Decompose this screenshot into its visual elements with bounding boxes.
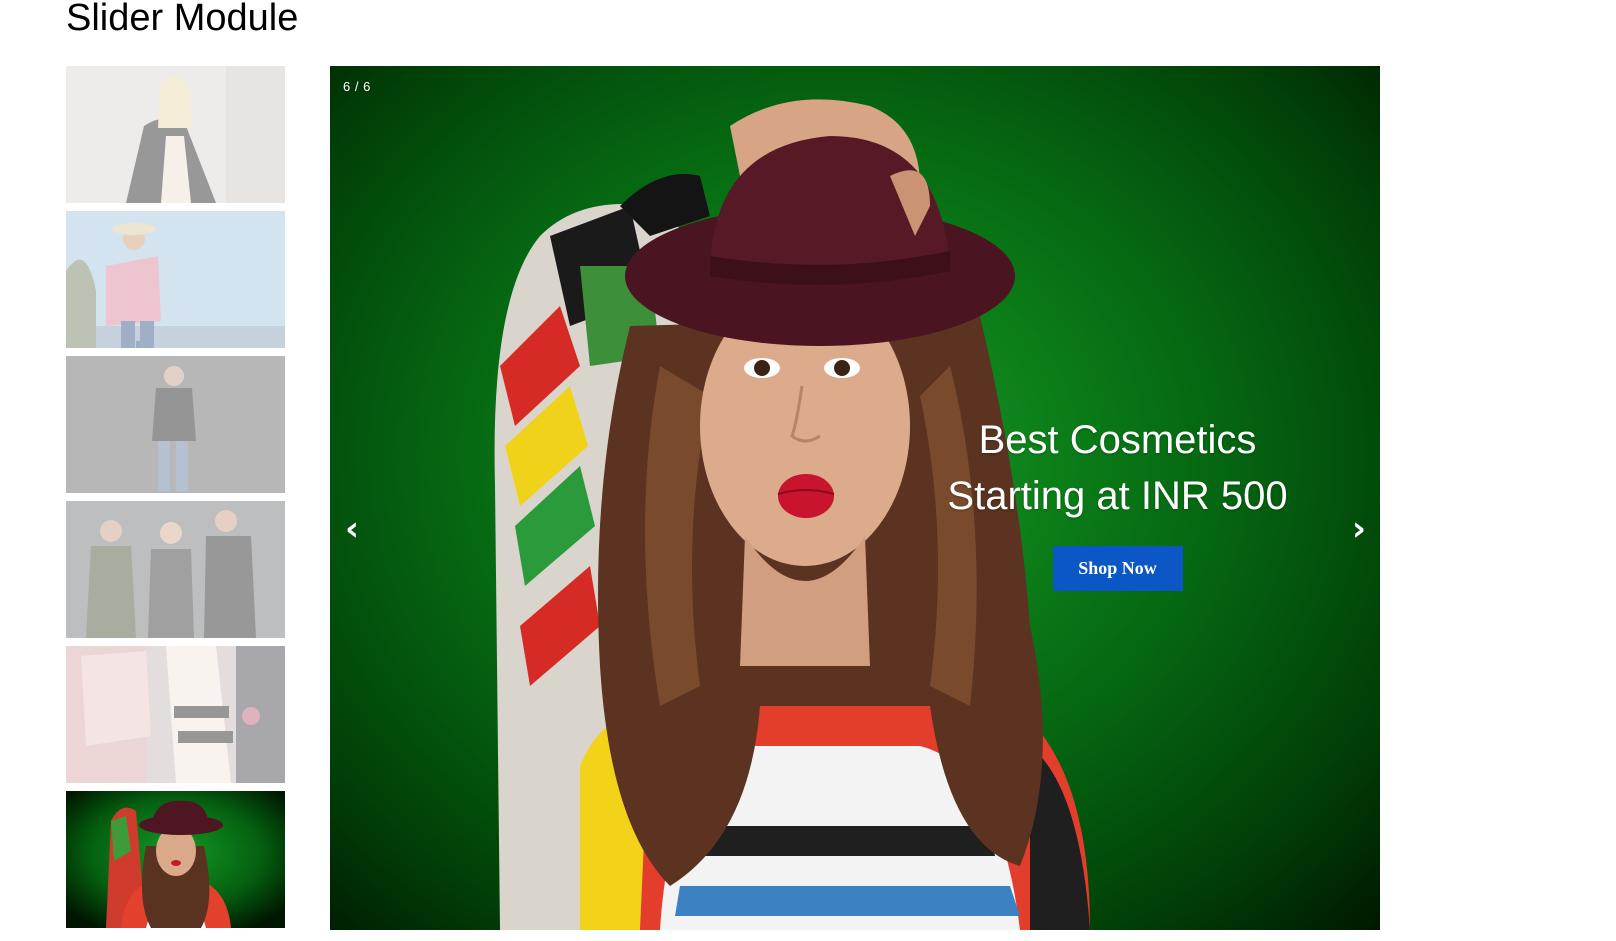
thumbnail-1[interactable]: [66, 66, 285, 203]
slide-counter: 6 / 6: [343, 79, 371, 94]
thumbnail-6[interactable]: [66, 791, 285, 928]
thumbnail-2[interactable]: [66, 211, 285, 348]
shop-now-button[interactable]: Shop Now: [1052, 546, 1183, 591]
thumbnail-6-image: [66, 791, 285, 928]
thumbnail-4[interactable]: [66, 501, 285, 638]
next-arrow-icon[interactable]: ›: [1352, 512, 1366, 546]
page-title: Slider Module: [66, 0, 299, 39]
slide-caption: Best Cosmetics Starting at INR 500 Shop …: [920, 412, 1315, 591]
main-slide: 6 / 6 ‹ › Best Cosmetics Starting at INR…: [330, 66, 1380, 930]
prev-arrow-icon[interactable]: ‹: [345, 512, 359, 546]
thumbnail-3[interactable]: [66, 356, 285, 493]
thumbnail-5[interactable]: [66, 646, 285, 783]
caption-line-2: Starting at INR 500: [947, 474, 1288, 518]
caption-line-1: Best Cosmetics: [978, 418, 1257, 462]
